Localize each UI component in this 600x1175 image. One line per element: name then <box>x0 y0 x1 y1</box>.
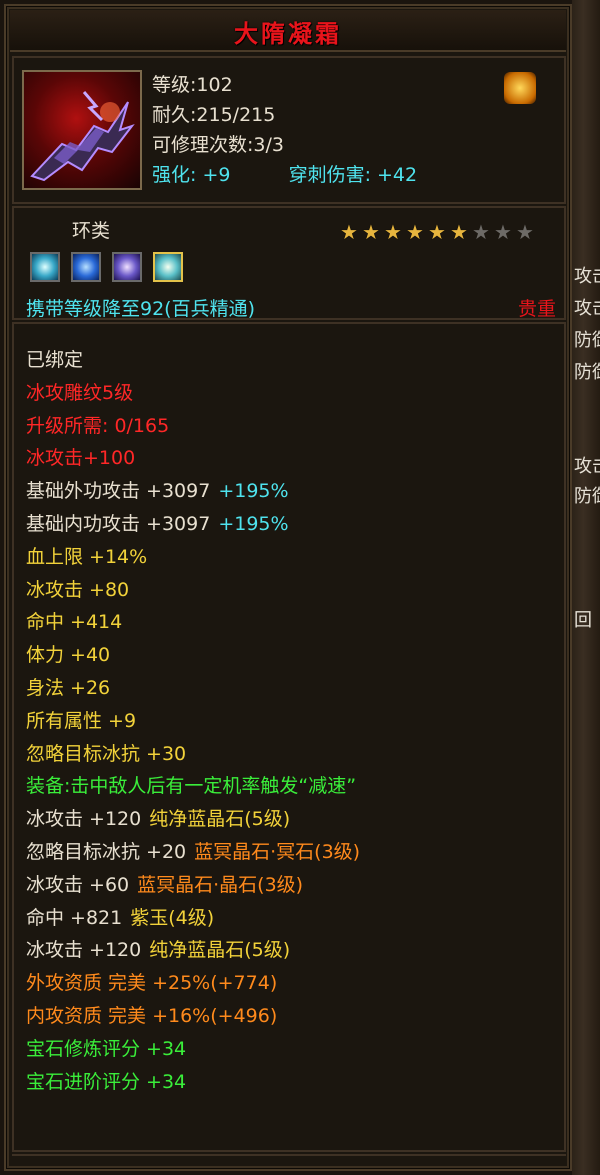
attribute-text: 冰攻击 +120 <box>26 939 142 962</box>
gem-slot-icon <box>71 252 102 282</box>
background-text: 防御 <box>574 362 600 383</box>
attribute-text: 宝石进阶评分 +34 <box>26 1070 187 1093</box>
attribute-extra: +195% <box>218 480 289 503</box>
attribute-line: 基础内功攻击 +3097 +195% <box>26 508 360 541</box>
attribute-line: 忽略目标冰抗 +30 <box>26 738 360 771</box>
attribute-text: 已绑定 <box>26 349 84 371</box>
enhance-value: +9 <box>202 164 231 186</box>
enhance-row: 强化: +9 穿刺伤害: +42 <box>152 160 417 190</box>
star-filled-icon: ★ <box>384 220 402 244</box>
attribute-list: 已绑定冰攻雕纹5级升级所需: 0/165 冰攻击+100 基础外功攻击 +3097 +… <box>26 344 360 1098</box>
attribute-text: 宝石修炼评分 +34 <box>26 1037 187 1060</box>
attribute-line: 冰攻击 +60 蓝冥晶石·晶石(3级) <box>26 869 360 902</box>
item-stats: 等级:102 耐久:215/215 可修理次数:3/3 强化: +9 穿刺伤害:… <box>152 70 417 190</box>
attribute-extra: +195% <box>218 512 289 535</box>
attribute-text: 冰攻雕纹5级 <box>26 381 134 404</box>
attribute-text: 冰攻击 +80 <box>26 578 130 601</box>
item-summary: 环类 ★ ★ ★ ★ ★ ★ ★ ★ ★ 携带等级降至92(百兵精通) 贵重 <box>12 206 566 320</box>
gem-slot-icon <box>30 252 60 282</box>
attribute-line: 升级所需: 0/165 <box>26 410 360 443</box>
title-bar: 大隋凝霜 <box>10 10 566 52</box>
star-rating: ★ ★ ★ ★ ★ ★ ★ ★ ★ <box>338 222 536 242</box>
attribute-line: 装备:击中敌人后有一定机率触发“减速” <box>26 770 360 803</box>
attribute-extra: 蓝冥晶石·晶石(3级) <box>137 873 304 896</box>
pierce-label: 穿刺伤害: <box>288 164 371 186</box>
attribute-text: 身法 +26 <box>26 676 111 699</box>
gem-slot-icon <box>153 252 184 282</box>
attribute-line: 体力 +40 <box>26 639 360 672</box>
attribute-extra: 纯净蓝晶石(5级) <box>149 939 291 962</box>
attribute-line: 冰攻雕纹5级 <box>26 377 360 410</box>
background-text: 攻击 <box>574 456 600 477</box>
attribute-line: 宝石进阶评分 +34 <box>26 1066 360 1099</box>
level-reduce-text: 携带等级降至92(百兵精通) <box>26 298 256 320</box>
background-scene: 攻击 攻击 防御 防御 攻击 防御 回 <box>572 0 600 1175</box>
attribute-line: 身法 +26 <box>26 672 360 705</box>
attribute-line: 命中 +821 紫玉(4级) <box>26 902 360 935</box>
attribute-text: 冰攻击 +120 <box>26 808 142 831</box>
attribute-text: 外攻资质 完美 +25%(+774) <box>26 972 278 995</box>
attribute-line: 外攻资质 完美 +25%(+774) <box>26 967 360 1000</box>
attribute-text: 命中 +414 <box>26 611 123 634</box>
item-header: 等级:102 耐久:215/215 可修理次数:3/3 强化: +9 穿刺伤害:… <box>12 56 566 204</box>
attribute-line: 宝石修炼评分 +34 <box>26 1033 360 1066</box>
attribute-line: 已绑定 <box>26 344 360 377</box>
star-filled-icon: ★ <box>450 220 468 244</box>
attribute-text: 所有属性 +9 <box>26 709 137 732</box>
attribute-text: 基础内功攻击 +3097 <box>26 512 211 535</box>
background-text: 攻击 <box>574 298 600 319</box>
attribute-text: 忽略目标冰抗 +20 <box>26 840 187 863</box>
attribute-text: 基础外功攻击 +3097 <box>26 480 211 503</box>
attribute-extra: 蓝冥晶石·冥石(3级) <box>194 840 361 863</box>
attribute-text: 冰攻击+100 <box>26 447 136 470</box>
gem-slots <box>30 252 189 282</box>
background-text: 防御 <box>574 486 600 507</box>
item-name: 大隋凝霜 <box>234 20 342 48</box>
background-text: 防御 <box>574 330 600 351</box>
attribute-text: 升级所需: 0/165 <box>26 414 170 437</box>
repair-count-text: 可修理次数:3/3 <box>152 134 284 156</box>
attribute-line: 冰攻击 +120 纯净蓝晶石(5级) <box>26 803 360 836</box>
attribute-text: 装备:击中敌人后有一定机率触发“减速” <box>26 775 357 798</box>
star-filled-icon: ★ <box>362 220 380 244</box>
star-filled-icon: ★ <box>340 220 358 244</box>
attribute-line: 冰攻击+100 <box>26 442 360 475</box>
attribute-line: 冰攻击 +120 纯净蓝晶石(5级) <box>26 934 360 967</box>
enhance-label: 强化: <box>152 164 197 186</box>
attribute-line: 血上限 +14% <box>26 541 360 574</box>
attribute-text: 忽略目标冰抗 +30 <box>26 742 187 765</box>
star-empty-icon: ★ <box>472 220 490 244</box>
footer-divider <box>12 1154 566 1170</box>
attribute-line: 冰攻击 +80 <box>26 574 360 607</box>
star-empty-icon: ★ <box>516 220 534 244</box>
rarity-text: 贵重 <box>517 298 556 320</box>
attribute-text: 内攻资质 完美 +16%(+496) <box>26 1004 278 1027</box>
attribute-panel: 已绑定冰攻雕纹5级升级所需: 0/165 冰攻击+100 基础外功攻击 +3097 +… <box>12 322 566 1152</box>
weapon-ring-icon <box>22 70 142 190</box>
attribute-text: 冰攻击 +60 <box>26 873 130 896</box>
gem-slot-icon <box>112 252 143 282</box>
attribute-line: 基础外功攻击 +3097 +195% <box>26 475 360 508</box>
star-filled-icon: ★ <box>406 220 424 244</box>
attribute-extra: 纯净蓝晶石(5级) <box>149 808 291 831</box>
background-text: 攻击 <box>574 266 600 287</box>
item-tooltip: 大隋凝霜 等级:102 耐久:215/215 可修理次数:3/3 强化: +9 … <box>4 4 572 1171</box>
attribute-text: 体力 +40 <box>26 644 111 667</box>
durability-text: 耐久:215/215 <box>152 104 276 126</box>
star-empty-icon: ★ <box>494 220 512 244</box>
attribute-text: 命中 +821 <box>26 906 123 929</box>
attribute-line: 所有属性 +9 <box>26 705 360 738</box>
item-type: 环类 <box>72 220 111 242</box>
attribute-line: 内攻资质 完美 +16%(+496) <box>26 1000 360 1033</box>
attribute-extra: 紫玉(4级) <box>130 906 215 929</box>
level-text: 等级:102 <box>152 74 233 96</box>
star-filled-icon: ★ <box>428 220 446 244</box>
attribute-line: 忽略目标冰抗 +20 蓝冥晶石·冥石(3级) <box>26 836 360 869</box>
fire-element-icon <box>504 72 536 104</box>
background-text: 回 <box>574 610 592 631</box>
attribute-text: 血上限 +14% <box>26 545 148 568</box>
pierce-value: +42 <box>377 164 418 186</box>
attribute-line: 命中 +414 <box>26 606 360 639</box>
